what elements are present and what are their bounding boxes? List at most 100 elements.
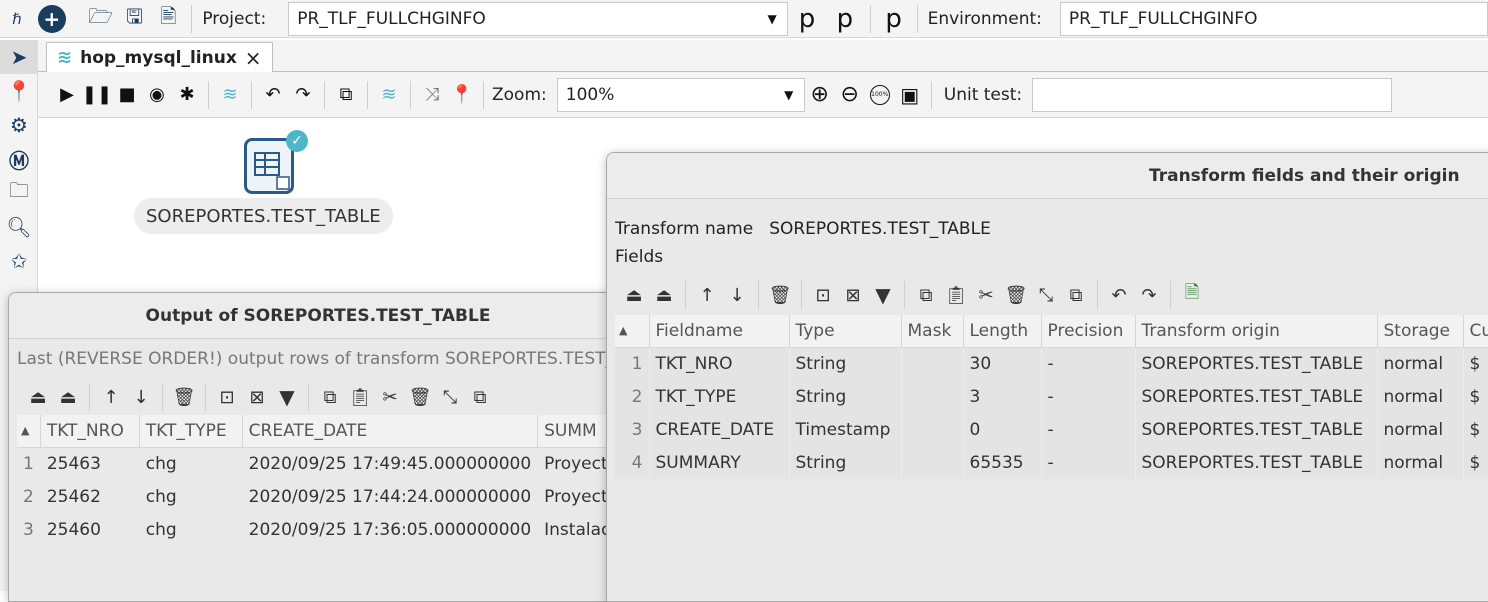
metadata-icon[interactable]: Ⓜ bbox=[0, 142, 38, 176]
select-all-icon[interactable]: ⊡ bbox=[212, 382, 242, 412]
chevron-down-icon[interactable]: ▼ bbox=[774, 80, 804, 110]
cell[interactable]: - bbox=[1041, 347, 1136, 380]
cell[interactable]: TKT_NRO bbox=[649, 347, 790, 380]
remove-row-icon[interactable]: ⏏ bbox=[649, 280, 679, 310]
preview-icon[interactable]: ◉ bbox=[142, 80, 172, 110]
column-header[interactable]: CREATE_DATE bbox=[242, 415, 539, 448]
debug-icon[interactable]: ✱ bbox=[172, 80, 202, 110]
plugin-icon[interactable]: ✩ bbox=[0, 244, 38, 278]
fields-table[interactable]: ▲ Fieldname Type Mask Length Precision T… bbox=[615, 315, 1488, 479]
table-row[interactable]: 1 25463 chg 2020/09/25 17:49:45.00000000… bbox=[17, 447, 627, 480]
cell[interactable]: chg bbox=[139, 480, 243, 513]
output-table[interactable]: ▲ TKT_NRO TKT_TYPE CREATE_DATE SUMM 1 25… bbox=[17, 415, 627, 546]
delete-icon[interactable]: 🗑 bbox=[169, 382, 199, 412]
cell[interactable]: CREATE_DATE bbox=[649, 413, 790, 446]
undo-icon[interactable]: ↶ bbox=[258, 80, 288, 110]
duplicate-icon[interactable]: ⧉ bbox=[1061, 280, 1091, 310]
sql-icon[interactable]: ⤨ bbox=[417, 80, 447, 110]
location-pin-icon[interactable]: 📍 bbox=[0, 74, 38, 108]
table-row[interactable]: 2 25462 chg 2020/09/25 17:44:24.00000000… bbox=[17, 480, 627, 513]
filter-icon[interactable]: ▼ bbox=[272, 382, 302, 412]
project-select[interactable]: PR_TLF_FULLCHGINFO ▼ bbox=[288, 1, 789, 36]
sort-icon[interactable]: ▲ bbox=[615, 315, 650, 348]
open-file-icon[interactable]: 🗁 bbox=[84, 2, 118, 36]
insert-row-icon[interactable]: ⏏ bbox=[23, 382, 53, 412]
unit-test-select[interactable] bbox=[1032, 77, 1393, 112]
export-excel-icon[interactable]: 🗎 bbox=[1177, 280, 1207, 310]
cell[interactable]: 25462 bbox=[40, 480, 140, 513]
zoom-in-icon[interactable]: ⊕ bbox=[805, 80, 835, 110]
cell[interactable] bbox=[901, 413, 964, 446]
zoom-select[interactable]: 100% ▼ bbox=[556, 77, 805, 112]
delete-icon[interactable]: 🗑 bbox=[405, 382, 435, 412]
stop-icon[interactable]: ■ bbox=[112, 80, 142, 110]
save-as-icon[interactable]: 🖹 bbox=[151, 2, 185, 36]
table-row[interactable]: 2 TKT_TYPE String 3 - SOREPORTES.TEST_TA… bbox=[615, 380, 1488, 413]
column-header[interactable]: Type bbox=[789, 315, 902, 348]
zoom-out-icon[interactable]: ⊖ bbox=[835, 80, 865, 110]
cell[interactable]: 2020/09/25 17:44:24.000000000 bbox=[242, 480, 539, 513]
column-header[interactable]: TKT_TYPE bbox=[139, 415, 243, 448]
zoom-100-icon[interactable]: 100% bbox=[865, 80, 895, 110]
location-pin-icon[interactable]: 📍 bbox=[447, 80, 477, 110]
cell[interactable]: - bbox=[1041, 413, 1136, 446]
cell[interactable] bbox=[901, 347, 964, 380]
folder-icon[interactable]: 🗀 bbox=[0, 176, 38, 210]
cell[interactable] bbox=[901, 446, 964, 479]
cell[interactable]: - bbox=[1041, 446, 1136, 479]
cell[interactable]: chg bbox=[139, 513, 243, 546]
table-row[interactable]: 3 25460 chg 2020/09/25 17:36:05.00000000… bbox=[17, 513, 627, 546]
zoom-fit-icon[interactable]: ▣ bbox=[895, 80, 925, 110]
tab-hop-mysql-linux[interactable]: ≋ hop_mysql_linux × bbox=[46, 42, 273, 72]
add-project-icon[interactable]: p bbox=[826, 4, 864, 34]
cell[interactable]: 25460 bbox=[40, 513, 140, 546]
cell[interactable]: normal bbox=[1377, 413, 1464, 446]
cell[interactable]: chg bbox=[139, 447, 243, 480]
run-icon[interactable]: ▶ bbox=[52, 80, 82, 110]
cell[interactable]: 2020/09/25 17:36:05.000000000 bbox=[242, 513, 539, 546]
column-header[interactable]: Storage bbox=[1377, 315, 1464, 348]
resize-icon[interactable]: ⤡ bbox=[1031, 280, 1061, 310]
cell[interactable]: SOREPORTES.TEST_TABLE bbox=[1135, 413, 1378, 446]
delete-icon[interactable]: 🗑 bbox=[765, 280, 795, 310]
filter-icon[interactable]: ▼ bbox=[868, 280, 898, 310]
cell[interactable]: String bbox=[789, 347, 902, 380]
column-header[interactable]: Fieldname bbox=[649, 315, 790, 348]
pause-icon[interactable]: ❚❚ bbox=[82, 80, 112, 110]
paste-icon[interactable]: 📋︎ bbox=[941, 280, 971, 310]
move-down-icon[interactable]: ↓ bbox=[126, 382, 156, 412]
cell[interactable]: Timestamp bbox=[789, 413, 902, 446]
clear-selection-icon[interactable]: ⊠ bbox=[242, 382, 272, 412]
column-header[interactable]: Transform origin bbox=[1135, 315, 1378, 348]
cell[interactable]: normal bbox=[1377, 380, 1464, 413]
insert-row-icon[interactable]: ⏏ bbox=[619, 280, 649, 310]
cell[interactable]: TKT_TYPE bbox=[649, 380, 790, 413]
undo-icon[interactable]: ↶ bbox=[1104, 280, 1134, 310]
cell[interactable] bbox=[901, 380, 964, 413]
cell[interactable]: 65535 bbox=[963, 446, 1042, 479]
table-row[interactable]: 3 CREATE_DATE Timestamp 0 - SOREPORTES.T… bbox=[615, 413, 1488, 446]
chevron-down-icon[interactable]: ▼ bbox=[757, 12, 787, 26]
cell[interactable]: - bbox=[1041, 380, 1136, 413]
cell[interactable]: 25463 bbox=[40, 447, 140, 480]
cell[interactable]: SOREPORTES.TEST_TABLE bbox=[1135, 380, 1378, 413]
navigate-icon[interactable]: ➤ bbox=[0, 40, 38, 74]
cell[interactable]: SOREPORTES.TEST_TABLE bbox=[1135, 347, 1378, 380]
gear-icon[interactable]: ⚙ bbox=[0, 108, 38, 142]
delete-project-icon[interactable]: p bbox=[877, 4, 911, 34]
redo-icon[interactable]: ↷ bbox=[288, 80, 318, 110]
column-header[interactable]: Length bbox=[963, 315, 1042, 348]
cut-icon[interactable]: ✂ bbox=[971, 280, 1001, 310]
table-row[interactable]: 1 TKT_NRO String 30 - SOREPORTES.TEST_TA… bbox=[615, 347, 1488, 380]
sort-icon[interactable]: ▲ bbox=[17, 415, 41, 448]
edit-project-icon[interactable]: p bbox=[788, 4, 826, 34]
cell[interactable]: SUMMARY bbox=[649, 446, 790, 479]
cell[interactable]: SOREPORTES.TEST_TABLE bbox=[1135, 446, 1378, 479]
new-file-icon[interactable]: + bbox=[37, 4, 66, 33]
cell[interactable]: normal bbox=[1377, 446, 1464, 479]
cell[interactable]: $ bbox=[1463, 446, 1488, 479]
transform-label[interactable]: SOREPORTES.TEST_TABLE bbox=[134, 198, 393, 234]
search-icon[interactable]: 🔍︎ bbox=[0, 210, 38, 244]
duplicate-icon[interactable]: ⧉ bbox=[465, 382, 495, 412]
column-header[interactable]: Precision bbox=[1041, 315, 1136, 348]
